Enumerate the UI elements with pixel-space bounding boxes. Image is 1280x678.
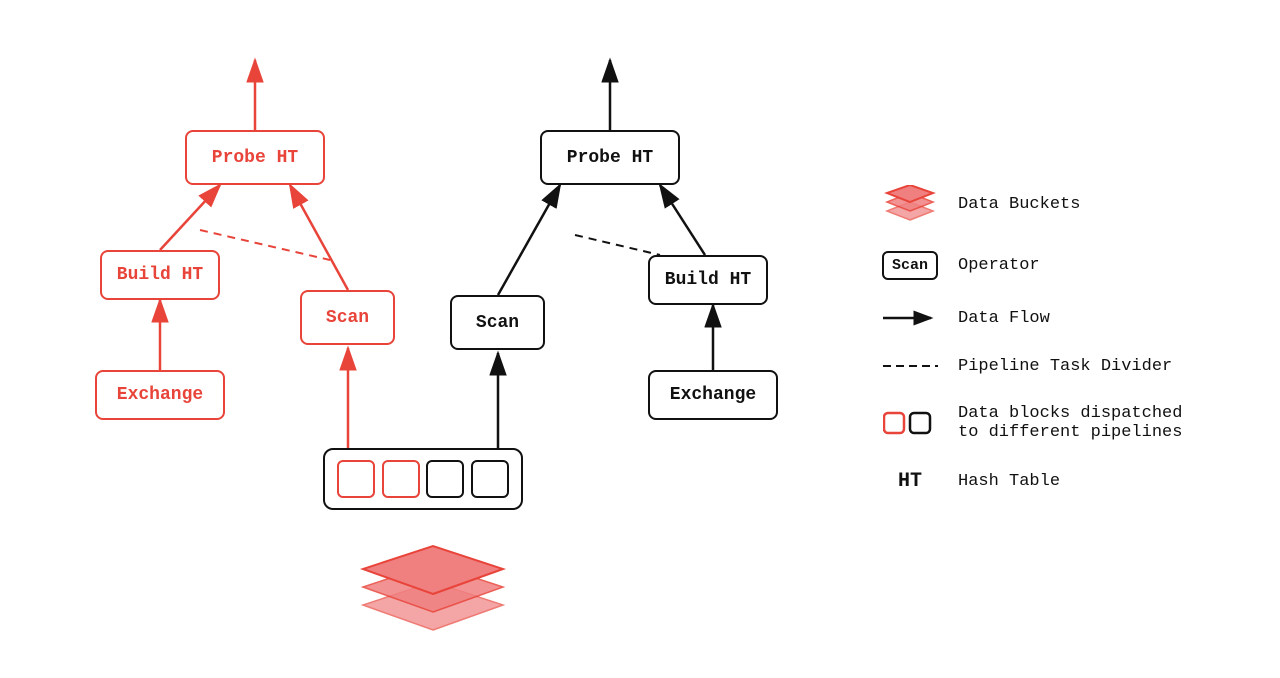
legend-diamonds-icon: [880, 185, 940, 223]
legend-scan-box-icon: Scan: [880, 251, 940, 280]
legend-data-flow: Data Flow: [880, 308, 1260, 328]
legend-operator-label: Operator: [958, 256, 1040, 275]
data-block-black-2: [471, 460, 509, 498]
data-block-red-1: [337, 460, 375, 498]
legend-dashed-icon: [880, 356, 940, 376]
legend-pipeline-divider: Pipeline Task Divider: [880, 356, 1260, 376]
legend-hash-table: HT Hash Table: [880, 470, 1260, 493]
left-exchange-node: Exchange: [95, 370, 225, 420]
legend-data-buckets-label: Data Buckets: [958, 195, 1080, 214]
legend-hash-table-label: Hash Table: [958, 472, 1060, 491]
legend-area: Data Buckets Scan Operator Data Flow: [860, 0, 1280, 678]
right-probe-ht-node: Probe HT: [540, 130, 680, 185]
legend-data-blocks: Data blocks dispatched to different pipe…: [880, 404, 1260, 442]
right-exchange-node: Exchange: [648, 370, 778, 420]
legend-ht-text-icon: HT: [880, 470, 940, 493]
diagram-area: Probe HT Build HT Scan Exchange Probe HT…: [0, 0, 860, 678]
right-build-ht-node: Build HT: [648, 255, 768, 305]
data-blocks-row: [323, 448, 523, 510]
left-scan-node: Scan: [300, 290, 395, 345]
legend-pipeline-divider-label: Pipeline Task Divider: [958, 357, 1172, 376]
data-block-red-2: [382, 460, 420, 498]
data-block-black-1: [426, 460, 464, 498]
right-scan-node: Scan: [450, 295, 545, 350]
legend-operator: Scan Operator: [880, 251, 1260, 280]
data-bucket: [348, 530, 518, 645]
legend-blocks-icon: [880, 408, 940, 438]
legend-data-flow-label: Data Flow: [958, 309, 1050, 328]
left-build-ht-node: Build HT: [100, 250, 220, 300]
legend-data-buckets: Data Buckets: [880, 185, 1260, 223]
legend-data-blocks-label: Data blocks dispatched to different pipe…: [958, 404, 1182, 442]
left-probe-ht-node: Probe HT: [185, 130, 325, 185]
legend-arrow-icon: [880, 308, 940, 328]
